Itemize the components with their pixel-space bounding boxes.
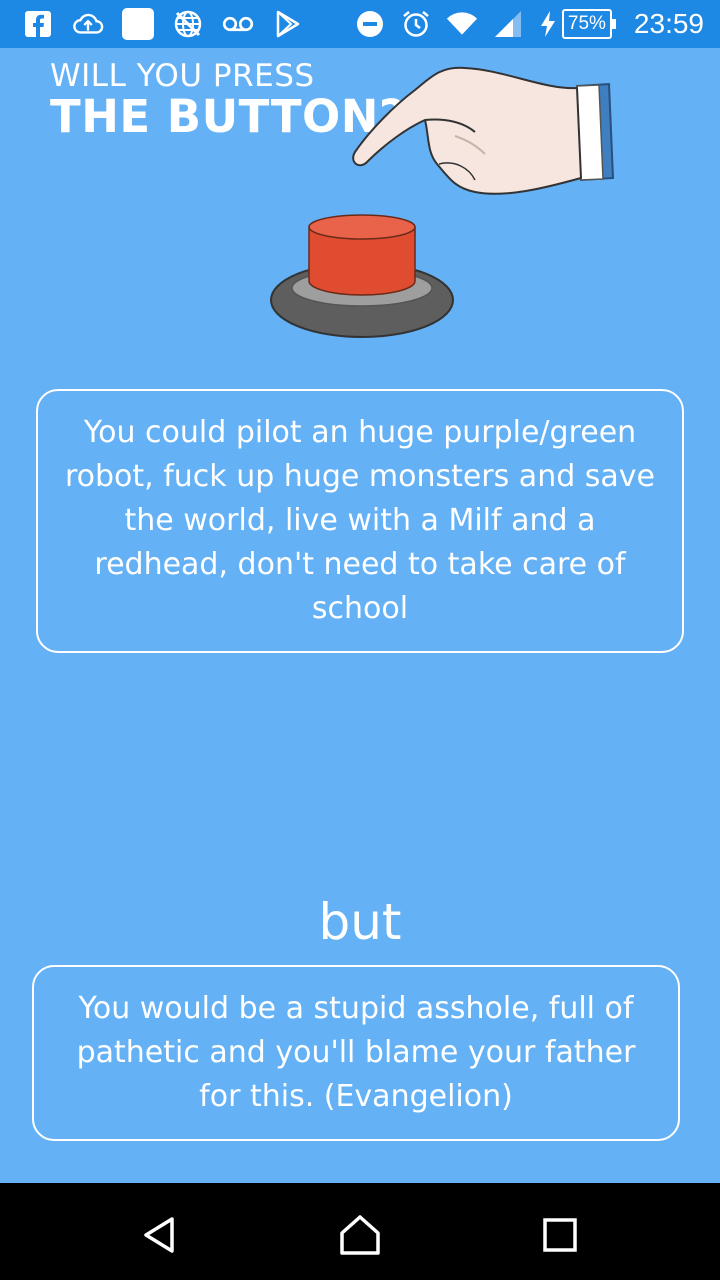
- pointing-hand-icon: [352, 66, 615, 195]
- clock: 23:59: [633, 8, 704, 39]
- voicemail-icon: [222, 8, 254, 40]
- do-not-disturb-icon: [354, 8, 386, 40]
- white-square-icon: [122, 8, 154, 40]
- drawback-card[interactable]: You would be a stupid asshole, full of p…: [32, 965, 680, 1141]
- navigation-bar: [0, 1183, 720, 1280]
- cloud-upload-icon: [72, 8, 104, 40]
- connector-text: but: [318, 893, 402, 951]
- status-bar: 75% 23:59: [0, 0, 720, 48]
- drawback-text: You would be a stupid asshole, full of p…: [76, 991, 636, 1114]
- benefit-card[interactable]: You could pilot an huge purple/green rob…: [36, 389, 684, 653]
- charging-icon: [538, 8, 558, 40]
- battery-percent: 75%: [567, 13, 606, 34]
- alarm-icon: [400, 8, 432, 40]
- wifi-icon: [446, 8, 478, 40]
- home-icon[interactable]: [336, 1211, 384, 1259]
- no-network-globe-icon: [172, 8, 204, 40]
- recents-icon[interactable]: [536, 1211, 584, 1259]
- big-red-button[interactable]: [265, 205, 460, 345]
- signal-icon: [492, 8, 524, 40]
- battery-icon: 75%: [561, 9, 616, 39]
- facebook-icon: [22, 8, 54, 40]
- benefit-text: You could pilot an huge purple/green rob…: [64, 415, 656, 626]
- title-line-1: WILL YOU PRESS: [50, 58, 315, 94]
- play-store-icon: [272, 8, 304, 40]
- back-icon[interactable]: [136, 1211, 184, 1259]
